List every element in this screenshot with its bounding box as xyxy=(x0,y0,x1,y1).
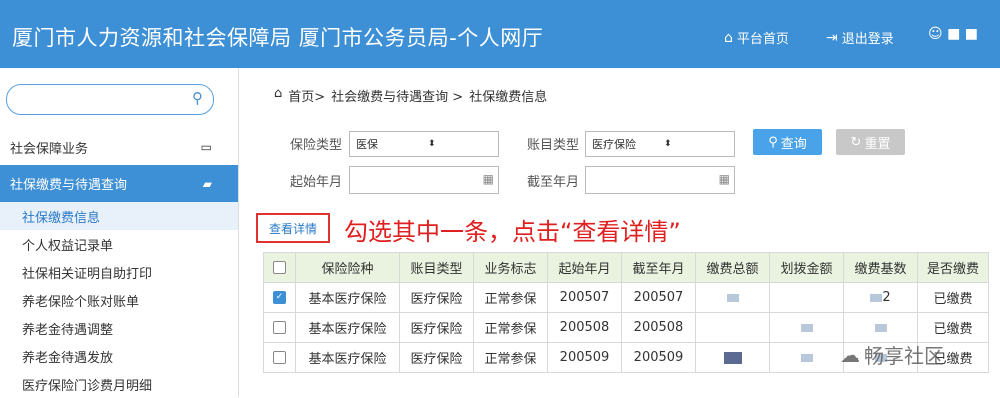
search-icon[interactable]: ⚲ xyxy=(192,89,203,107)
logout-icon: ⇥ xyxy=(826,29,838,46)
row-select-cell[interactable] xyxy=(263,312,296,343)
cell-total-blurred xyxy=(695,342,770,373)
cell-start: 200507 xyxy=(547,282,622,313)
wechat-icon: ☁ xyxy=(840,342,860,367)
home-icon: ⌂ xyxy=(724,29,733,46)
cell-account: 医疗保险 xyxy=(399,342,474,373)
calendar-icon[interactable]: ▦ xyxy=(483,172,494,186)
user-menu[interactable]: ☺ ■ ■ xyxy=(928,26,978,42)
watermark: ☁ 畅享社区 xyxy=(840,342,944,369)
cell-insurance: 基本医疗保险 xyxy=(295,342,400,373)
sidebar-item-rights-record[interactable]: 个人权益记录单 xyxy=(0,230,238,258)
insurance-type-select[interactable]: 医保 ⬍ xyxy=(349,131,499,157)
redacted-block xyxy=(800,323,813,332)
cell-insurance: 基本医疗保险 xyxy=(295,312,400,343)
instruction-annotation: 勾选其中一条，点击“查看详情” xyxy=(344,218,681,246)
redacted-block xyxy=(870,293,883,302)
cell-end: 200507 xyxy=(621,282,696,313)
breadcrumb-level1[interactable]: 社会缴费与待遇查询 > xyxy=(331,86,463,105)
site-title: 厦门市人力资源和社会保障局 厦门市公务员局-个人网厅 xyxy=(12,26,544,50)
sidebar-item-pension-payout[interactable]: 养老金待遇发放 xyxy=(0,342,238,370)
col-header: 保险险种 xyxy=(295,252,400,283)
sidebar: ⚲ 社会保障业务 ▭ 社保缴费与待遇查询 ▰ 社保缴费信息 个人权益记录单 社保… xyxy=(0,68,239,397)
sidebar-item-medical-detail[interactable]: 医疗保险门诊费月明细 xyxy=(0,370,238,398)
col-header: 账目类型 xyxy=(399,252,474,283)
account-type-label: 账目类型 xyxy=(527,138,580,153)
cell-end: 200508 xyxy=(621,312,696,343)
redacted-block xyxy=(800,353,813,362)
sidebar-item-pension-adjust[interactable]: 养老金待遇调整 xyxy=(0,314,238,342)
col-header: 业务标志 xyxy=(473,252,548,283)
redacted-block xyxy=(723,351,742,364)
table-row[interactable]: 基本医疗保险 医疗保险 正常参保 200508 200508 已缴费 xyxy=(263,312,989,343)
end-month-field[interactable]: ▦ xyxy=(585,166,735,194)
start-month-field[interactable]: ▦ xyxy=(349,166,499,194)
table-header-row: 保险险种 账目类型 业务标志 起始年月 截至年月 缴费总额 划拨金额 缴费基数 … xyxy=(263,252,989,283)
view-detail-button[interactable]: 查看详情 xyxy=(256,213,330,243)
query-button[interactable]: ⚲ 查询 xyxy=(753,129,822,155)
cell-total-blurred xyxy=(695,312,770,343)
sidebar-item-certificate-print[interactable]: 社保相关证明自助打印 xyxy=(0,258,238,286)
cell-transfer-blurred xyxy=(769,282,844,313)
cell-transfer-blurred xyxy=(769,312,844,343)
col-header: 缴费总额 xyxy=(695,252,770,283)
breadcrumb-level2: 社保缴费信息 xyxy=(469,90,548,105)
col-header: 是否缴费 xyxy=(917,252,989,283)
cell-account: 医疗保险 xyxy=(399,312,474,343)
redacted-block xyxy=(874,323,887,332)
cell-status: 正常参保 xyxy=(473,312,548,343)
chevron-updown-icon: ⬍ xyxy=(428,139,436,149)
home-icon: ⌂ xyxy=(274,86,283,101)
cell-end: 200509 xyxy=(621,342,696,373)
cell-transfer-blurred xyxy=(769,342,844,373)
insurance-type-label: 保险类型 xyxy=(290,138,343,153)
cell-paid: 已缴费 xyxy=(917,282,989,313)
logout-link[interactable]: ⇥ 退出登录 xyxy=(826,28,894,48)
search-input[interactable] xyxy=(19,89,183,111)
chevron-updown-icon: ⬍ xyxy=(664,139,672,149)
row-checkbox[interactable] xyxy=(273,321,286,334)
end-month-label: 截至年月 xyxy=(527,175,580,190)
sidebar-item-payment-info[interactable]: 社保缴费信息 xyxy=(0,202,238,230)
sidebar-group-social-security[interactable]: 社会保障业务 ▭ xyxy=(0,128,238,167)
col-header: 划拨金额 xyxy=(769,252,844,283)
cell-insurance: 基本医疗保险 xyxy=(295,282,400,313)
redacted-block xyxy=(726,293,739,302)
home-link[interactable]: ⌂ 平台首页 xyxy=(724,28,789,48)
cell-account: 医疗保险 xyxy=(399,282,474,313)
cell-start: 200509 xyxy=(547,342,622,373)
row-select-cell[interactable]: ✓ xyxy=(263,282,296,313)
row-select-cell[interactable] xyxy=(263,342,296,373)
cell-base: 2 xyxy=(843,282,918,313)
col-header: 缴费基数 xyxy=(843,252,918,283)
select-all-checkbox[interactable] xyxy=(273,261,286,274)
col-header: 起始年月 xyxy=(547,252,622,283)
folder-icon: ▭ xyxy=(200,140,212,154)
top-header: 厦门市人力资源和社会保障局 厦门市公务员局-个人网厅 ⌂ 平台首页 ⇥ 退出登录… xyxy=(0,0,1000,68)
cell-total-blurred xyxy=(695,282,770,313)
breadcrumb: ⌂ 首页> 社会缴费与待遇查询 > 社保缴费信息 xyxy=(274,86,547,105)
cell-paid: 已缴费 xyxy=(917,312,989,343)
cell-start: 200508 xyxy=(547,312,622,343)
sidebar-item-pension-statement[interactable]: 养老保险个账对账单 xyxy=(0,286,238,314)
refresh-icon: ↻ xyxy=(850,134,862,150)
select-all-cell[interactable] xyxy=(263,252,296,283)
reset-button[interactable]: ↻ 重置 xyxy=(836,129,905,155)
folder-open-icon: ▰ xyxy=(202,176,212,191)
sidebar-search: ⚲ xyxy=(6,84,214,115)
row-checkbox-checked[interactable]: ✓ xyxy=(273,291,286,304)
calendar-icon[interactable]: ▦ xyxy=(719,172,730,186)
row-checkbox[interactable] xyxy=(273,351,286,364)
account-type-select[interactable]: 医疗保险 ⬍ xyxy=(585,131,735,157)
user-icon: ☺ xyxy=(928,26,943,42)
breadcrumb-home[interactable]: 首页> xyxy=(288,86,325,105)
table-row[interactable]: ✓ 基本医疗保险 医疗保险 正常参保 200507 200507 2 已缴费 xyxy=(263,282,989,313)
col-header: 截至年月 xyxy=(621,252,696,283)
cell-base xyxy=(843,312,918,343)
search-icon: ⚲ xyxy=(768,134,778,150)
cell-status: 正常参保 xyxy=(473,342,548,373)
start-month-label: 起始年月 xyxy=(290,175,343,190)
cell-status: 正常参保 xyxy=(473,282,548,313)
sidebar-group-payment-query[interactable]: 社保缴费与待遇查询 ▰ xyxy=(0,165,238,202)
